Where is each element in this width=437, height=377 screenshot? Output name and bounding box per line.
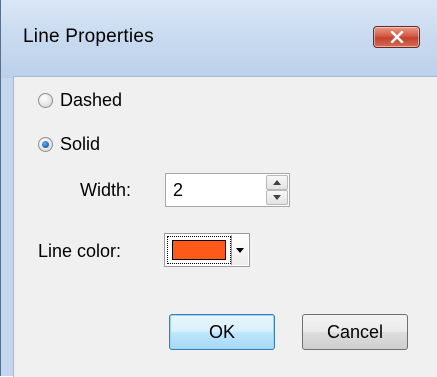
radio-solid-label: Solid [60, 133, 101, 154]
line-properties-dialog: Line Properties Dashed Solid Width: 2 Li… [0, 0, 437, 377]
radio-solid-button[interactable] [38, 136, 53, 152]
color-dropdown-button[interactable] [231, 235, 248, 265]
close-icon [390, 31, 403, 43]
width-spinner [165, 173, 290, 207]
spin-up-button[interactable] [266, 175, 288, 190]
cancel-button[interactable]: Cancel [302, 314, 408, 350]
arrow-up-icon [273, 180, 281, 185]
radio-dashed[interactable]: Dashed [38, 89, 122, 111]
title-bar[interactable]: Line Properties [1, 0, 437, 78]
color-swatch-frame [167, 236, 231, 264]
radio-dashed-button[interactable] [38, 92, 53, 108]
dialog-title: Line Properties [23, 26, 154, 47]
dialog-body: Dashed Solid Width: Line color: [13, 76, 437, 377]
close-button[interactable] [373, 26, 420, 48]
spin-down-button[interactable] [266, 190, 288, 205]
dropdown-arrow-icon [236, 247, 244, 253]
width-input[interactable] [166, 174, 261, 206]
radio-dashed-label: Dashed [60, 89, 123, 110]
ok-button[interactable]: OK [169, 314, 275, 350]
color-swatch [172, 240, 226, 260]
arrow-down-icon [273, 195, 281, 200]
radio-solid[interactable]: Solid [38, 133, 100, 155]
width-spin-buttons [266, 175, 288, 205]
line-color-label: Line color: [38, 241, 122, 261]
width-label: Width: [80, 180, 132, 200]
line-color-picker[interactable] [164, 233, 250, 267]
